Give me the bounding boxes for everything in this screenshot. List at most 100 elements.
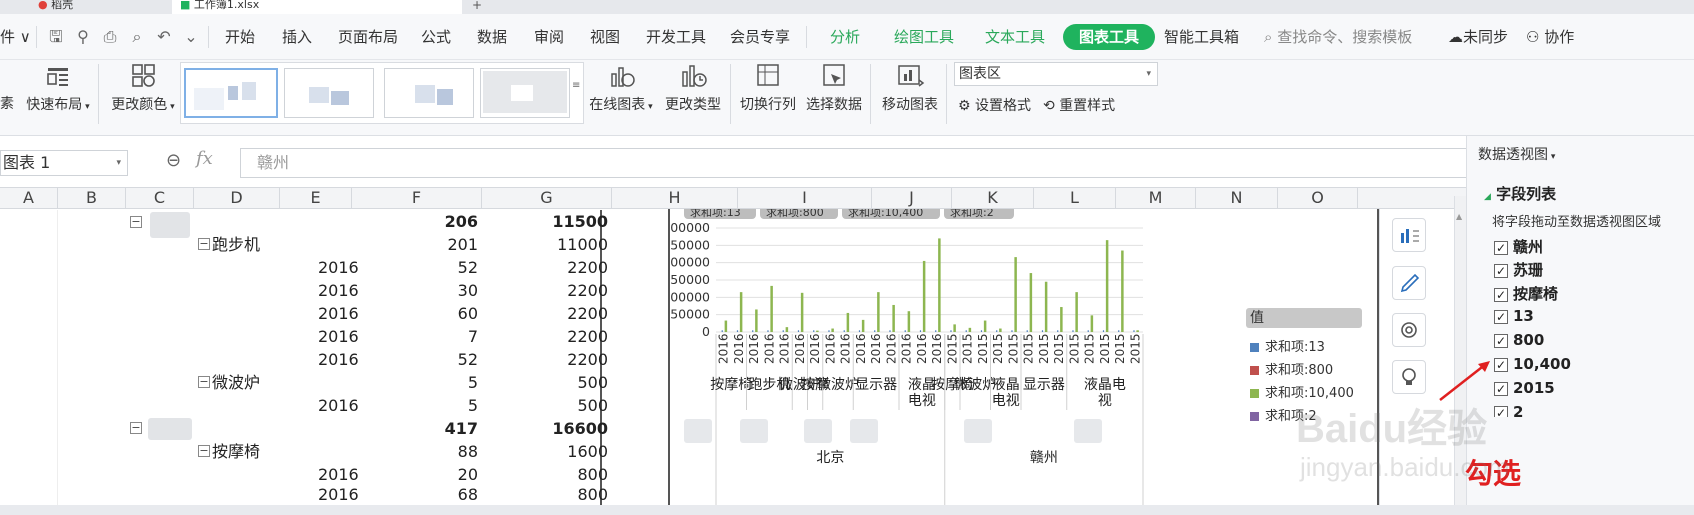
column-header[interactable]: G: [482, 187, 612, 209]
collapse-toggle[interactable]: −: [198, 376, 210, 388]
field-checkbox-item[interactable]: ✓ 2015: [1494, 379, 1555, 397]
cell-f-8[interactable]: 5: [360, 371, 478, 394]
online-chart-button[interactable]: 在线图表 ▾: [588, 60, 654, 114]
checkbox-checked-icon[interactable]: ✓: [1494, 333, 1508, 348]
column-header[interactable]: F: [352, 187, 482, 209]
menu-home[interactable]: 开始: [225, 24, 255, 50]
menu-insert[interactable]: 插入: [282, 24, 312, 50]
column-header[interactable]: C: [126, 187, 194, 209]
menu-developer[interactable]: 开发工具: [646, 24, 706, 50]
field-checkbox-item[interactable]: ✓ 10,400: [1494, 355, 1571, 373]
cell-g-1[interactable]: 11500: [482, 210, 608, 233]
legend-title[interactable]: 值: [1246, 308, 1362, 328]
chart-style-thumb[interactable]: [184, 68, 278, 118]
legend-item[interactable]: 求和项:800: [1250, 359, 1333, 378]
chart-tips-lightbulb-icon[interactable]: [1392, 360, 1426, 394]
zoom-icon[interactable]: ⊖: [166, 150, 181, 171]
change-type-button[interactable]: 更改类型: [664, 60, 722, 114]
chart-style-thumb[interactable]: [284, 68, 374, 118]
gallery-more-icon[interactable]: ≡: [572, 80, 580, 91]
chart-element-select[interactable]: 图表区 ▾: [954, 62, 1158, 86]
cell-d-11[interactable]: 按摩椅: [212, 440, 292, 463]
tab-docer[interactable]: ● 稻壳: [30, 0, 170, 14]
field-checkbox-item[interactable]: ✓ 13: [1494, 307, 1534, 325]
cell-g-9[interactable]: 500: [482, 394, 608, 417]
tab-workbook[interactable]: ■ 工作簿1.xlsx: [172, 0, 462, 14]
print-preview-icon[interactable]: ⌕: [127, 27, 147, 47]
cell-g-5[interactable]: 2200: [482, 302, 608, 325]
column-header[interactable]: L: [1034, 187, 1116, 209]
new-tab-icon[interactable]: +: [472, 0, 486, 12]
menu-smart-toolbox[interactable]: 智能工具箱: [1164, 24, 1239, 50]
select-data-button[interactable]: 选择数据: [804, 60, 864, 114]
reset-style-button[interactable]: ⟲ 重置样式: [1043, 95, 1115, 115]
menu-page-layout[interactable]: 页面布局: [338, 24, 398, 50]
cell-f-1[interactable]: 206: [360, 210, 478, 233]
field-checkbox-item[interactable]: ✓ 800: [1494, 331, 1544, 349]
save-icon[interactable]: 🖫: [46, 27, 66, 47]
column-header[interactable]: H: [612, 187, 738, 209]
menu-file[interactable]: 件 ∨: [0, 24, 31, 50]
column-header[interactable]: M: [1116, 187, 1196, 209]
cell-f-12[interactable]: 20: [360, 463, 478, 486]
sync-status[interactable]: ☁未同步: [1448, 24, 1508, 50]
chart-plot[interactable]: 0 50000 100000 150000 200000 250000 300000 2016…: [662, 209, 1377, 505]
cell-g-3[interactable]: 2200: [482, 256, 608, 279]
collapse-toggle[interactable]: −: [198, 445, 210, 457]
collapse-toggle[interactable]: −: [130, 422, 142, 434]
switch-row-column-button[interactable]: 切换行列: [738, 60, 798, 114]
menu-drawing-tools[interactable]: 绘图工具: [894, 24, 954, 50]
column-header[interactable]: A: [0, 187, 58, 209]
checkbox-checked-icon[interactable]: ✓: [1494, 263, 1508, 278]
menu-data[interactable]: 数据: [477, 24, 507, 50]
collapse-toggle[interactable]: −: [198, 238, 210, 250]
print-icon[interactable]: ⎙: [100, 27, 120, 47]
cell-f-9[interactable]: 5: [360, 394, 478, 417]
field-button[interactable]: 求和项:10,400: [842, 209, 940, 219]
cell-f-4[interactable]: 30: [360, 279, 478, 302]
chart-style-thumb[interactable]: [384, 68, 474, 118]
format-painter-icon[interactable]: ⚲: [73, 27, 93, 47]
checkbox-checked-icon[interactable]: ✓: [1494, 240, 1508, 255]
legend-item[interactable]: 求和项:13: [1250, 336, 1325, 355]
checkbox-checked-icon[interactable]: ✓: [1494, 309, 1508, 324]
menu-chart-tools[interactable]: 图表工具: [1063, 24, 1156, 50]
cell-f-13[interactable]: 68: [360, 484, 478, 505]
cell-g-2[interactable]: 11000: [482, 233, 608, 256]
field-button[interactable]: 求和项:800: [760, 209, 838, 219]
cell-f-5[interactable]: 60: [360, 302, 478, 325]
collapse-toggle[interactable]: −: [130, 216, 142, 228]
cell-g-12[interactable]: 800: [482, 463, 608, 486]
collaborate-button[interactable]: ⚇ 协作: [1526, 24, 1574, 50]
cell-f-6[interactable]: 7: [360, 325, 478, 348]
cell-f-7[interactable]: 52: [360, 348, 478, 371]
column-header[interactable]: I: [738, 187, 872, 209]
menu-view[interactable]: 视图: [590, 24, 620, 50]
ribbon-partial-button[interactable]: 素: [0, 93, 14, 113]
column-header[interactable]: J: [872, 187, 952, 209]
cell-g-4[interactable]: 2200: [482, 279, 608, 302]
change-color-button[interactable]: 更改颜色 ▾: [110, 60, 176, 114]
column-header[interactable]: E: [280, 187, 352, 209]
move-chart-button[interactable]: 移动图表: [880, 60, 940, 114]
menu-member[interactable]: 会员专享: [730, 24, 790, 50]
field-checkbox-item[interactable]: ✓ 赣州: [1494, 236, 1543, 257]
set-format-button[interactable]: ⚙ 设置格式: [958, 95, 1031, 115]
cell-d-2[interactable]: 跑步机: [212, 233, 292, 256]
menu-analyze[interactable]: 分析: [830, 24, 860, 50]
menu-review[interactable]: 审阅: [534, 24, 564, 50]
name-box[interactable]: 图表 1 ▾: [0, 150, 128, 176]
checkbox-checked-icon[interactable]: ✓: [1494, 287, 1508, 302]
cell-g-7[interactable]: 2200: [482, 348, 608, 371]
menu-text-tools[interactable]: 文本工具: [985, 24, 1045, 50]
chart-settings-gear-icon[interactable]: [1392, 313, 1426, 347]
cell-f-10[interactable]: 417: [360, 417, 478, 440]
undo-icon[interactable]: ↶: [154, 27, 174, 47]
cell-f-2[interactable]: 201: [360, 233, 478, 256]
cell-g-11[interactable]: 1600: [482, 440, 608, 463]
field-button[interactable]: 求和项:2: [944, 209, 1014, 219]
cell-f-3[interactable]: 52: [360, 256, 478, 279]
column-header[interactable]: B: [58, 187, 126, 209]
scroll-up-icon[interactable]: ▲: [1456, 212, 1462, 221]
field-list-header[interactable]: ◢ 字段列表: [1484, 183, 1556, 204]
